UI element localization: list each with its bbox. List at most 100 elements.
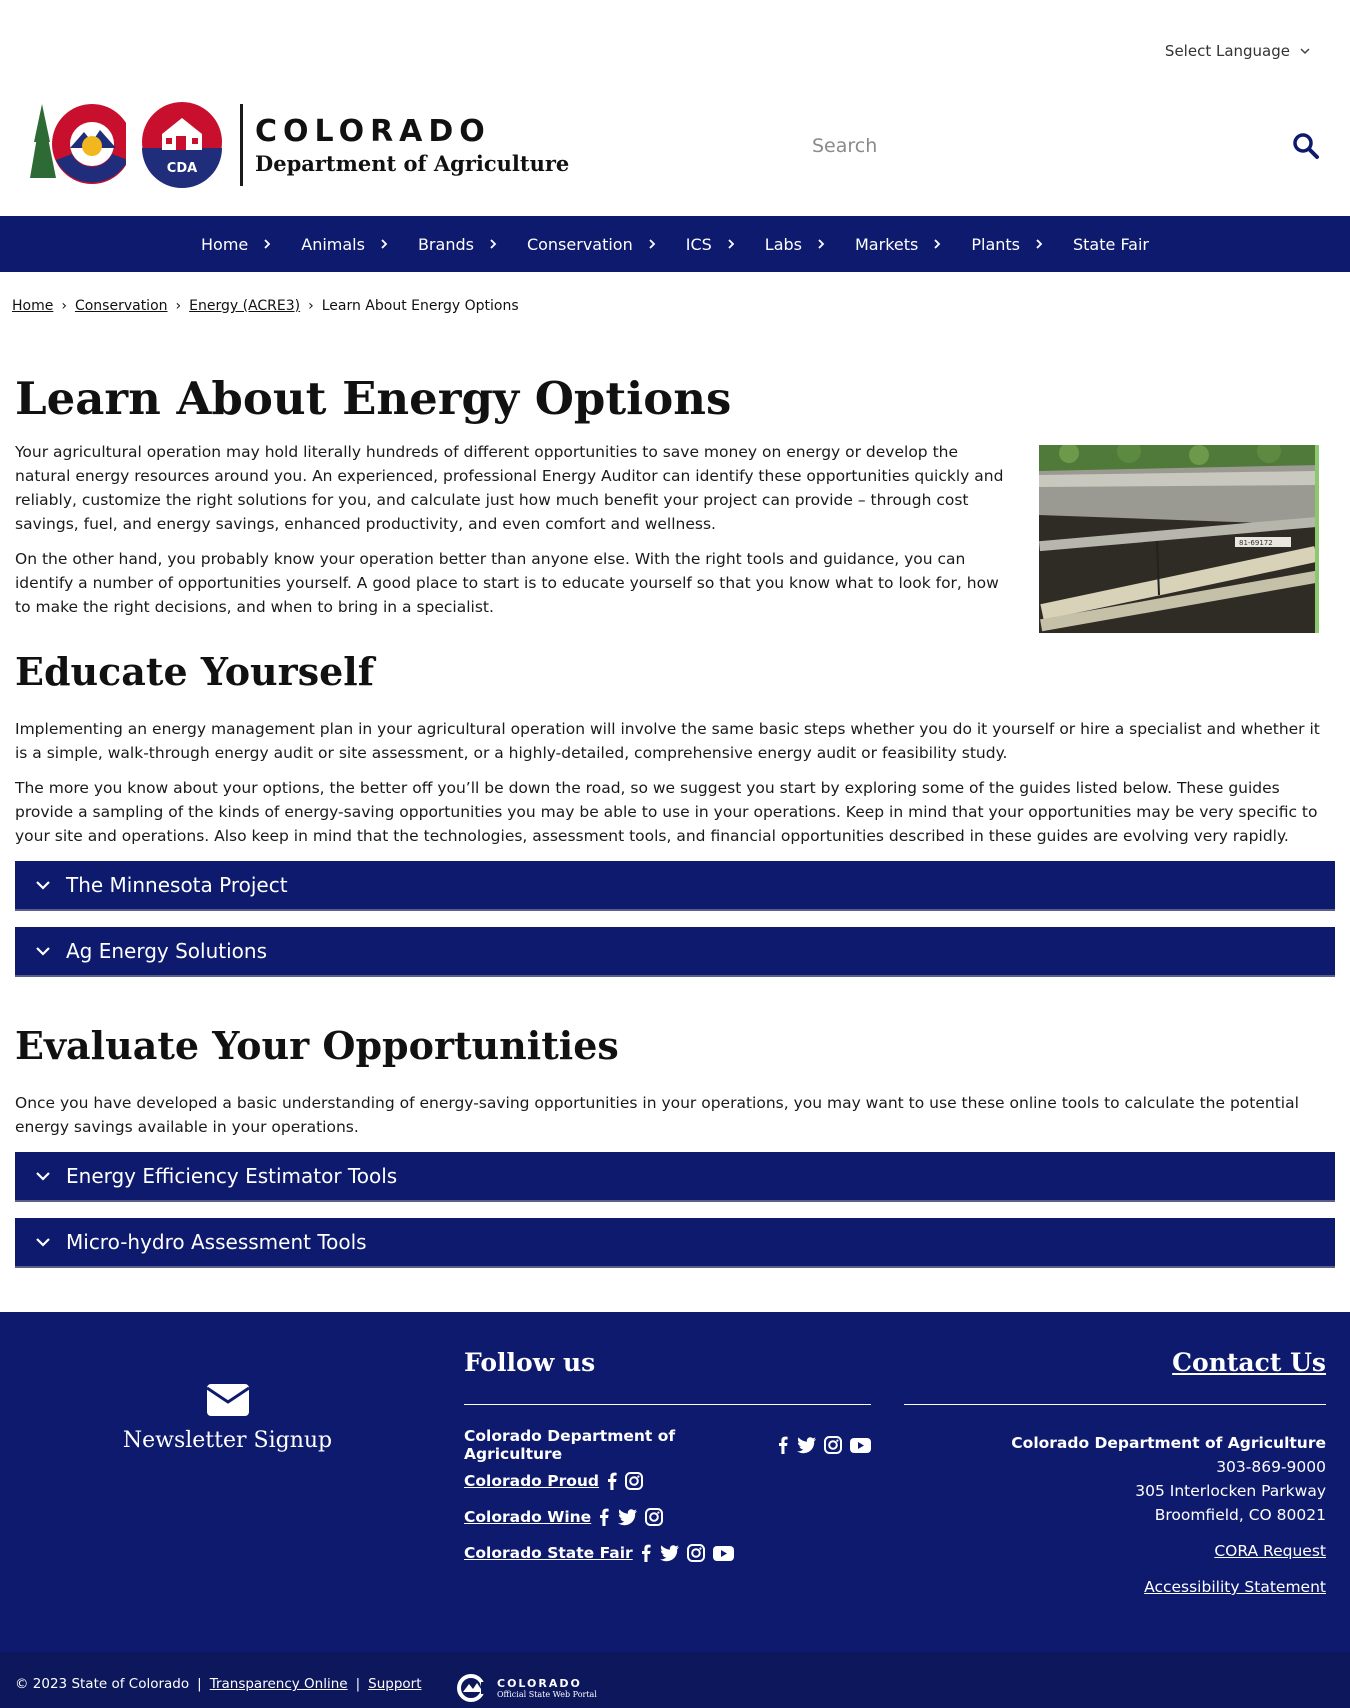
intro-section: Your agricultural operation may hold lit…	[15, 440, 1335, 633]
section-heading-educate: Educate Yourself	[15, 649, 375, 694]
colorado-logo-icon: CDA	[30, 102, 222, 188]
educate-paragraph: Implementing an energy management plan i…	[15, 720, 1320, 762]
breadcrumb-link-home[interactable]: Home	[12, 298, 53, 314]
instagram-icon[interactable]	[625, 1472, 644, 1490]
contact-heading-link[interactable]: Contact Us	[1172, 1348, 1326, 1377]
facebook-icon[interactable]	[599, 1508, 609, 1526]
nav-item-label: Conservation	[526, 234, 633, 254]
youtube-icon[interactable]	[850, 1437, 871, 1453]
nav-item-plants[interactable]: Plants	[956, 216, 1058, 272]
nav-item-state-fair[interactable]: State Fair	[1058, 216, 1164, 272]
portal-subtitle: Official State Web Portal	[497, 1690, 597, 1699]
chevron-right-icon	[818, 239, 825, 249]
social-row-colorado-state-fair: Colorado State Fair	[464, 1535, 871, 1571]
chevron-down-icon	[36, 1238, 50, 1247]
twitter-icon[interactable]	[796, 1436, 816, 1454]
chevron-down-icon	[1300, 48, 1310, 55]
social-row-colorado-wine: Colorado Wine	[464, 1499, 871, 1535]
contact-address-line1: 305 Interlocken Parkway	[1135, 1482, 1326, 1500]
legal-separator: |	[355, 1676, 361, 1692]
breadcrumb-separator: ›	[61, 298, 67, 314]
logo-title: COLORADO	[255, 114, 491, 149]
search-input[interactable]	[800, 135, 1270, 157]
intro-paragraph: Your agricultural operation may hold lit…	[15, 443, 1004, 533]
instagram-icon[interactable]	[686, 1544, 705, 1562]
nav-item-conservation[interactable]: Conservation	[512, 216, 671, 272]
main-content: Learn About Energy Options Your agricult…	[15, 370, 1335, 1268]
follow-divider	[464, 1404, 871, 1405]
chevron-right-icon	[490, 239, 497, 249]
follow-us: Follow us Colorado Department of Agricul…	[464, 1348, 871, 1571]
envelope-icon	[206, 1384, 249, 1416]
nav-item-ics[interactable]: ICS	[671, 216, 750, 272]
logo-subtitle: Department of Agriculture	[255, 151, 570, 176]
contact-us: Contact Us Colorado Department of Agricu…	[904, 1348, 1326, 1599]
colorado-portal-icon	[457, 1674, 489, 1702]
intro-paragraph: On the other hand, you probably know you…	[15, 550, 999, 616]
newsletter-signup[interactable]: Newsletter Signup	[0, 1384, 455, 1453]
svg-text:81-69172: 81-69172	[1239, 539, 1273, 547]
accordion-label: Micro-hydro Assessment Tools	[66, 1230, 367, 1254]
copyright: © 2023 State of Colorado	[15, 1676, 190, 1692]
facebook-icon[interactable]	[607, 1472, 617, 1490]
nav-item-brands[interactable]: Brands	[403, 216, 512, 272]
accessibility-statement-link[interactable]: Accessibility Statement	[904, 1575, 1326, 1599]
breadcrumb-separator: ›	[175, 298, 182, 314]
language-select-label: Select Language	[1164, 42, 1290, 60]
contact-org: Colorado Department of Agriculture	[1011, 1434, 1326, 1452]
social-row-colorado-proud: Colorado Proud	[464, 1463, 871, 1499]
accordion-energy-efficiency-estimator[interactable]: Energy Efficiency Estimator Tools	[15, 1152, 1335, 1202]
facebook-icon[interactable]	[641, 1544, 651, 1562]
irrigation-pipe-photo: 81-69172	[1039, 445, 1319, 633]
section-heading-evaluate: Evaluate Your Opportunities	[15, 1023, 619, 1068]
twitter-icon[interactable]	[617, 1508, 638, 1526]
breadcrumb: Home › Conservation › Energy (ACRE3) › L…	[12, 298, 519, 314]
chevron-down-icon	[36, 1172, 50, 1181]
nav-item-labs[interactable]: Labs	[750, 216, 840, 272]
chevron-right-icon	[728, 239, 735, 249]
site-logo[interactable]: CDA COLORADO Department of Agriculture	[30, 102, 569, 188]
nav-item-label: ICS	[685, 234, 712, 254]
instagram-icon[interactable]	[645, 1508, 664, 1526]
social-row-name[interactable]: Colorado State Fair	[464, 1544, 633, 1562]
accordion-minnesota-project[interactable]: The Minnesota Project	[15, 861, 1335, 911]
nav-item-label: State Fair	[1073, 234, 1149, 254]
nav-item-home[interactable]: Home	[186, 216, 286, 272]
chevron-right-icon	[381, 239, 388, 249]
site-footer: Newsletter Signup Follow us Colorado Dep…	[0, 1312, 1350, 1652]
contact-address-line2: Broomfield, CO 80021	[1154, 1506, 1326, 1524]
logo-divider	[240, 104, 243, 186]
logo-text: COLORADO Department of Agriculture	[255, 114, 569, 176]
twitter-icon[interactable]	[659, 1544, 679, 1562]
evaluate-paragraph: Once you have developed a basic understa…	[15, 1094, 1299, 1136]
breadcrumb-link-energy[interactable]: Energy (ACRE3)	[189, 298, 300, 314]
state-web-portal-logo[interactable]: COLORADO Official State Web Portal	[455, 1674, 597, 1702]
support-link[interactable]: Support	[368, 1676, 421, 1692]
educate-paragraph: The more you know about your options, th…	[15, 779, 1318, 845]
breadcrumb-current: Learn About Energy Options	[321, 298, 519, 314]
nav-item-animals[interactable]: Animals	[286, 216, 403, 272]
search-icon[interactable]	[1292, 132, 1320, 160]
accordion-label: Ag Energy Solutions	[66, 939, 268, 963]
chevron-right-icon	[264, 239, 271, 249]
breadcrumb-link-conservation[interactable]: Conservation	[75, 298, 168, 314]
contact-heading[interactable]: Contact Us	[904, 1348, 1326, 1384]
nav-item-label: Plants	[971, 234, 1020, 254]
legal-separator: |	[197, 1676, 202, 1692]
instagram-icon[interactable]	[824, 1436, 842, 1454]
follow-heading: Follow us	[464, 1348, 596, 1377]
cora-request-link[interactable]: CORA Request	[904, 1539, 1326, 1563]
social-row-name[interactable]: Colorado Proud	[464, 1472, 599, 1490]
accordion-micro-hydro-assessment[interactable]: Micro-hydro Assessment Tools	[15, 1218, 1335, 1268]
facebook-icon[interactable]	[778, 1436, 788, 1454]
breadcrumb-separator: ›	[308, 298, 314, 314]
contact-divider	[904, 1404, 1326, 1405]
nav-item-markets[interactable]: Markets	[840, 216, 956, 272]
youtube-icon[interactable]	[712, 1545, 734, 1561]
accordion-ag-energy-solutions[interactable]: Ag Energy Solutions	[15, 927, 1335, 977]
contact-phone: 303-869-9000	[1216, 1458, 1326, 1476]
social-row-name[interactable]: Colorado Wine	[464, 1508, 591, 1526]
chevron-down-icon	[36, 881, 50, 890]
transparency-online-link[interactable]: Transparency Online	[210, 1676, 348, 1692]
language-select[interactable]: Select Language	[1165, 42, 1310, 60]
